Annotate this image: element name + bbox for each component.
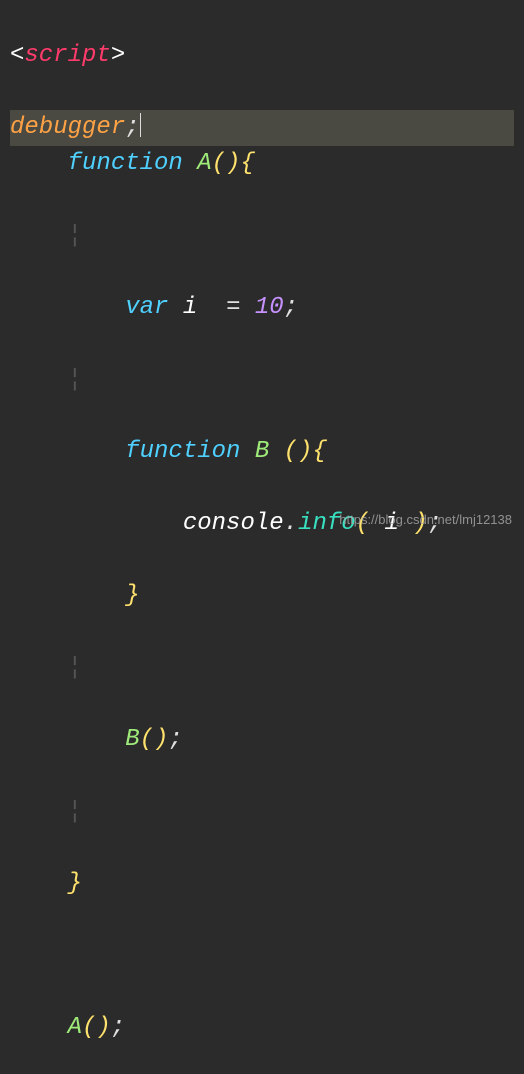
call-b: B xyxy=(125,726,139,753)
space xyxy=(269,438,283,465)
tag-open-gt: > xyxy=(111,42,125,69)
semicolon: ; xyxy=(168,726,182,753)
code-line-13: } xyxy=(10,866,514,902)
space xyxy=(168,294,182,321)
code-line-11: B(); xyxy=(10,722,514,758)
code-line-6-blank: ¦ xyxy=(10,362,514,398)
space xyxy=(240,438,254,465)
indent xyxy=(10,510,183,537)
code-line-2-highlighted: debugger; xyxy=(10,110,514,146)
space xyxy=(240,294,254,321)
text-cursor xyxy=(140,113,141,137)
indent xyxy=(10,1014,68,1041)
code-line-9: } xyxy=(10,578,514,614)
code-line-3: function A(){ xyxy=(10,146,514,182)
code-line-4-blank: ¦ xyxy=(10,218,514,254)
space xyxy=(183,150,197,177)
brace-close: } xyxy=(68,870,82,897)
brace-open: { xyxy=(312,438,326,465)
parens: () xyxy=(140,726,169,753)
code-line-1: <script> xyxy=(10,38,514,74)
semicolon: ; xyxy=(284,294,298,321)
keyword-var: var xyxy=(125,294,168,321)
keyword-debugger: debugger xyxy=(10,114,125,141)
indent xyxy=(10,294,125,321)
parens: () xyxy=(82,1014,111,1041)
function-name-a: A xyxy=(197,150,211,177)
keyword-function: function xyxy=(68,150,183,177)
space xyxy=(197,294,226,321)
number-literal: 10 xyxy=(255,294,284,321)
code-line-10-blank: ¦ xyxy=(10,650,514,686)
code-line-12-blank: ¦ xyxy=(10,794,514,830)
brace-close: } xyxy=(125,582,139,609)
code-line-5: var i = 10; xyxy=(10,290,514,326)
code-line-14-blank xyxy=(10,938,514,974)
variable-i: i xyxy=(183,294,197,321)
call-a: A xyxy=(68,1014,82,1041)
function-name-b: B xyxy=(255,438,269,465)
semicolon: ; xyxy=(125,114,139,141)
indent xyxy=(10,870,68,897)
code-line-15: A(); xyxy=(10,1010,514,1046)
tag-open-lt: < xyxy=(10,42,24,69)
brace-open: { xyxy=(240,150,254,177)
indent xyxy=(10,726,125,753)
parens: () xyxy=(212,150,241,177)
identifier-console: console xyxy=(183,510,284,537)
watermark-text: https://blog.csdn.net/lmj12138 xyxy=(339,510,512,530)
indent xyxy=(10,582,125,609)
tag-name-script: script xyxy=(24,42,110,69)
semicolon: ; xyxy=(111,1014,125,1041)
code-line-7: function B (){ xyxy=(10,434,514,470)
keyword-function: function xyxy=(125,438,240,465)
dot: . xyxy=(284,510,298,537)
parens: () xyxy=(284,438,313,465)
equals: = xyxy=(226,294,240,321)
indent xyxy=(10,438,125,465)
indent xyxy=(10,150,68,177)
code-block: <script> debugger; function A(){ ¦ var i… xyxy=(0,0,524,1074)
